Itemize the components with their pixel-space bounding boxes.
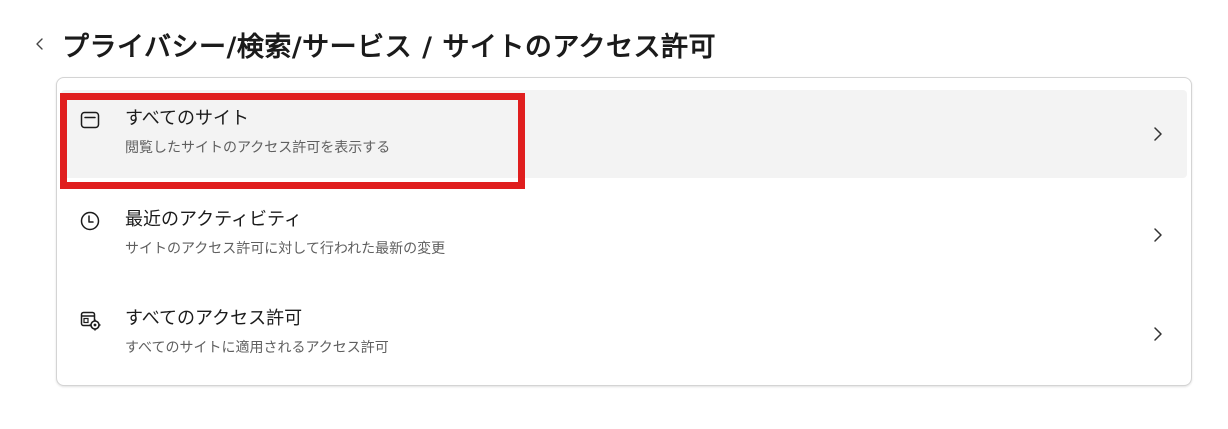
chevron-right-icon bbox=[1151, 324, 1165, 344]
all-sites-row[interactable]: すべてのサイト 閲覧したサイトのアクセス許可を表示する bbox=[61, 90, 1187, 178]
recent-activity-row[interactable]: 最近のアクティビティ サイトのアクセス許可に対して行われた最新の変更 bbox=[61, 191, 1187, 279]
browser-window-icon bbox=[79, 109, 101, 131]
all-sites-label: すべてのサイト bbox=[125, 108, 250, 129]
back-button[interactable] bbox=[28, 22, 52, 66]
all-permissions-label: すべてのアクセス許可 bbox=[125, 308, 303, 329]
all-permissions-text: すべてのアクセス許可 すべてのサイトに適用されるアクセス許可 bbox=[125, 307, 389, 358]
clock-icon bbox=[79, 210, 101, 232]
permissions-card: すべてのサイト 閲覧したサイトのアクセス許可を表示する 最近のアクティビティ サ… bbox=[56, 77, 1192, 386]
page-header: プライバシー/検索/サービス / サイトのアクセス許可 bbox=[28, 22, 716, 66]
permissions-settings-icon bbox=[79, 309, 101, 331]
recent-activity-text: 最近のアクティビティ サイトのアクセス許可に対して行われた最新の変更 bbox=[125, 208, 445, 259]
page-title: プライバシー/検索/サービス / サイトのアクセス許可 bbox=[62, 31, 716, 63]
chevron-right-icon bbox=[1151, 124, 1165, 144]
site-permissions-page: プライバシー/検索/サービス / サイトのアクセス許可 すべてのサイト 閲覧した… bbox=[0, 0, 1228, 429]
all-permissions-row[interactable]: すべてのアクセス許可 すべてのサイトに適用されるアクセス許可 bbox=[61, 290, 1187, 378]
chevron-left-icon bbox=[36, 38, 43, 50]
all-permissions-description: すべてのサイトに適用されるアクセス許可 bbox=[125, 340, 389, 356]
all-sites-description: 閲覧したサイトのアクセス許可を表示する bbox=[125, 140, 391, 156]
all-sites-text: すべてのサイト 閲覧したサイトのアクセス許可を表示する bbox=[125, 107, 390, 158]
recent-activity-label: 最近のアクティビティ bbox=[125, 209, 302, 230]
recent-activity-description: サイトのアクセス許可に対して行われた最新の変更 bbox=[125, 241, 446, 257]
chevron-right-icon bbox=[1151, 225, 1165, 245]
